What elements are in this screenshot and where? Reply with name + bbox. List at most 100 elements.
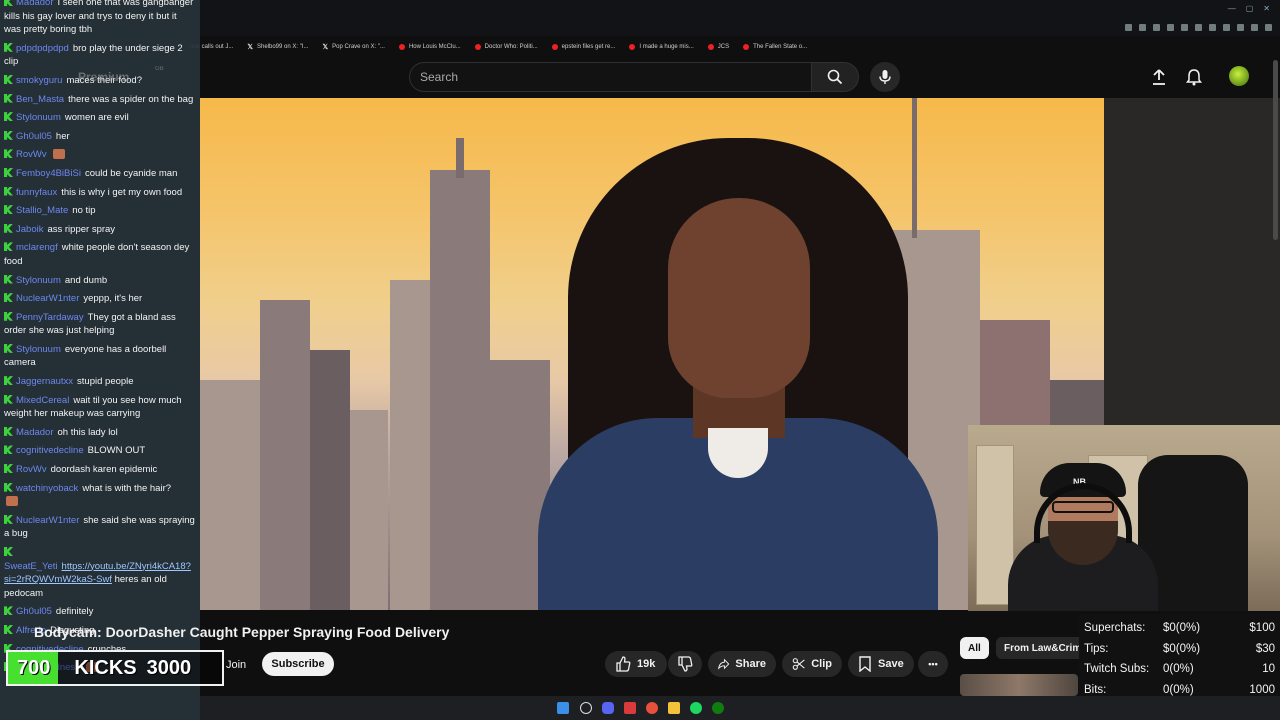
share-button[interactable]: Share — [708, 651, 776, 677]
download-icon[interactable] — [1251, 24, 1258, 31]
bookmark-label: epstein files get re... — [561, 44, 616, 50]
chip-all[interactable]: All — [960, 637, 989, 659]
chat-username[interactable]: Madador — [16, 427, 54, 438]
chat-message: Madador I seen one that was gangbanger ki… — [4, 0, 196, 37]
dislike-button[interactable] — [668, 651, 702, 677]
subscribe-button[interactable]: Subscribe — [262, 652, 334, 676]
voice-search-button[interactable] — [870, 62, 900, 92]
kick-badge-icon — [4, 74, 13, 84]
youtube-logo-icon — [629, 44, 636, 50]
search-input[interactable] — [420, 68, 800, 86]
chat-username[interactable]: Femboy4BiBiSi — [16, 168, 81, 179]
puzzle-icon[interactable] — [1195, 24, 1202, 31]
chat-username[interactable]: PennyTardaway — [16, 312, 84, 323]
browser-icon[interactable] — [646, 702, 658, 714]
folder-icon[interactable] — [668, 702, 680, 714]
chat-username[interactable]: SweatE_Yeti — [4, 561, 58, 572]
goal-progress: $0(0%) — [1163, 642, 1201, 655]
kick-badge-icon — [4, 205, 13, 215]
kicks-current: 700 — [17, 656, 51, 679]
extension-icon[interactable] — [1181, 24, 1188, 31]
join-button[interactable]: Join — [222, 654, 250, 676]
xbox-icon[interactable] — [712, 702, 724, 714]
chat-username[interactable]: MixedCereal — [16, 395, 69, 406]
windows-start-icon[interactable] — [557, 702, 569, 714]
chat-message: Stylonuum everyone has a doorbell camera — [4, 343, 196, 370]
chat-username[interactable]: Stallio_Mate — [16, 205, 68, 216]
chat-message: Stylonuum and dumb — [4, 274, 196, 288]
maximize-icon[interactable]: ▢ — [1246, 4, 1254, 13]
avatar[interactable] — [1229, 66, 1249, 86]
shield-icon[interactable] — [1167, 24, 1174, 31]
bookmark-icon — [859, 656, 871, 672]
chat-username[interactable]: Jaboik — [16, 224, 43, 235]
goal-progress: 0(0%) — [1163, 683, 1194, 696]
chat-message: Gh0ul05 definitely — [4, 605, 196, 619]
chat-username[interactable]: Gh0ul05 — [16, 131, 52, 142]
kick-badge-icon — [4, 149, 13, 159]
page-scrollbar[interactable] — [1273, 60, 1278, 240]
chat-username[interactable]: mclarengf — [16, 242, 58, 253]
bookmark-item[interactable]: 𝕏 Pop Crave on X: "... — [323, 43, 385, 51]
chat-username[interactable]: watchinyoback — [16, 483, 78, 494]
bookmark-item[interactable]: The Fallen State o... — [743, 44, 807, 50]
kick-badge-icon — [4, 42, 13, 52]
sidebar-icon[interactable] — [1237, 24, 1244, 31]
extension-toolbar — [1125, 24, 1272, 31]
chat-username[interactable]: NuclearW1nter — [16, 293, 79, 304]
spotify-icon[interactable] — [690, 702, 702, 714]
chat-username[interactable]: NuclearW1nter — [16, 515, 79, 526]
notifications-button[interactable] — [1183, 66, 1205, 88]
goal-label: Tips: — [1084, 642, 1109, 655]
play-icon[interactable] — [1209, 24, 1216, 31]
close-icon[interactable]: ✕ — [1263, 4, 1270, 13]
bookmarks-bar: nne calls out J... 𝕏 Shelbo99 on X: "I... 𝕏… — [190, 38, 807, 56]
chat-username[interactable]: funnyfaux — [16, 187, 57, 198]
chat-message: funnyfaux this is why i get my own food — [4, 186, 196, 200]
upload-button[interactable] — [1148, 66, 1170, 88]
chat-username[interactable]: RovWv — [16, 464, 47, 475]
bookmark-item[interactable]: I made a huge mis... — [629, 44, 694, 50]
chat-username[interactable]: smokyguru — [16, 75, 62, 86]
emote-icon — [6, 496, 18, 507]
translate-icon[interactable] — [1139, 24, 1146, 31]
chat-message: Femboy4BiBiSi could be cyanide man — [4, 167, 196, 181]
bookmark-icon[interactable] — [1223, 24, 1230, 31]
related-video-thumbnail[interactable] — [960, 674, 1078, 696]
chat-username[interactable]: Stylonuum — [16, 112, 61, 123]
save-button[interactable]: Save — [848, 651, 914, 677]
star-icon[interactable] — [1153, 24, 1160, 31]
chat-username[interactable]: cognitivedecline — [16, 445, 84, 456]
recording-icon[interactable] — [624, 702, 636, 714]
chat-username[interactable]: Madador — [16, 0, 54, 8]
bookmark-item[interactable]: epstein files get re... — [551, 44, 616, 50]
chat-username[interactable]: Ben_Masta — [16, 94, 64, 105]
clip-button[interactable]: Clip — [782, 651, 842, 677]
bookmark-item[interactable]: JCS — [707, 44, 729, 50]
kick-badge-icon — [4, 606, 13, 616]
chat-username[interactable]: Gh0ul05 — [16, 606, 52, 617]
discord-icon[interactable] — [602, 702, 614, 714]
menu-icon[interactable] — [1265, 24, 1272, 31]
chat-message: pdpdpdpdpd bro play the under siege 2 cli… — [4, 42, 196, 69]
chat-username[interactable]: Stylonuum — [16, 344, 61, 355]
like-button[interactable]: 19k — [605, 651, 667, 677]
search-taskbar-icon[interactable] — [580, 702, 592, 714]
chat-username[interactable]: Stylonuum — [16, 275, 61, 286]
chat-username[interactable]: RovWv — [16, 149, 47, 160]
zoom-icon[interactable] — [1125, 24, 1132, 31]
goal-row: Tips: $0(0%) $30 — [1079, 639, 1280, 659]
more-actions-button[interactable]: ••• — [918, 651, 948, 677]
chat-username[interactable]: pdpdpdpdpd — [16, 43, 69, 54]
bookmark-item[interactable]: 𝕏 Shelbo99 on X: "I... — [247, 43, 308, 51]
search-button[interactable] — [811, 62, 859, 92]
taskbar — [200, 696, 1280, 720]
kick-badge-icon — [4, 242, 13, 252]
chat-message: Jaboik ass ripper spray — [4, 223, 196, 237]
bookmark-item[interactable]: How Louis McClu... — [398, 44, 461, 50]
chat-message: NuclearW1nter she said she was spraying a… — [4, 514, 196, 541]
bookmark-item[interactable]: Doctor Who: Politi... — [474, 44, 538, 50]
minimize-icon[interactable]: — — [1228, 4, 1236, 13]
chat-username[interactable]: Jaggernautxx — [16, 376, 73, 387]
chip-from-channel[interactable]: From Law&Crim — [996, 637, 1090, 659]
